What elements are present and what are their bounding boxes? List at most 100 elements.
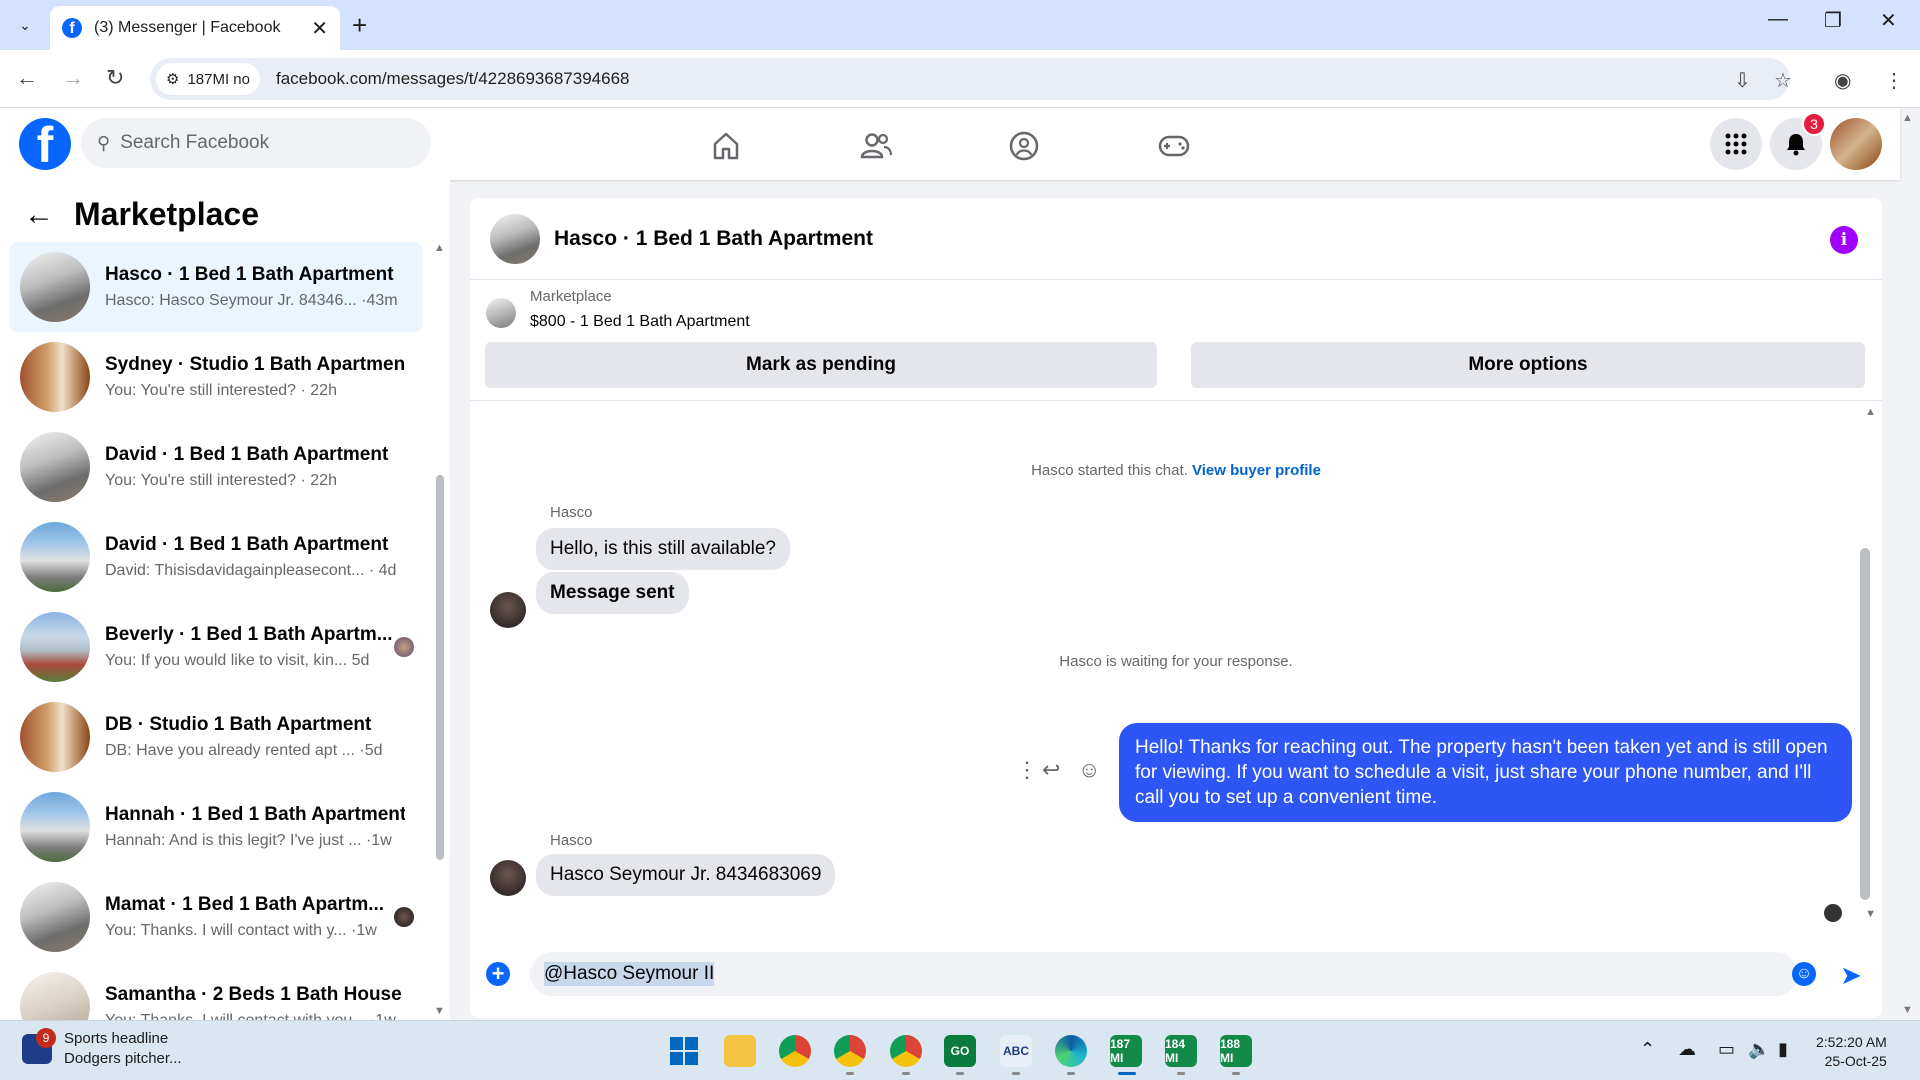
conversation-item[interactable]: Sydney · Studio 1 Bath Apartment You: You… — [10, 332, 422, 422]
conversation-preview: You: You're still interested? · 22h — [105, 382, 337, 399]
seen-avatar — [394, 637, 414, 657]
facebook-logo[interactable]: f — [19, 118, 71, 170]
network-icon[interactable]: ▭ — [1718, 1039, 1735, 1060]
show-hidden-icons-chevron-icon[interactable]: ⌃ — [1640, 1039, 1655, 1060]
close-window-icon[interactable]: ✕ — [1880, 8, 1897, 33]
minimize-window-icon[interactable]: — — [1768, 8, 1788, 31]
chrome-profile-icon[interactable] — [834, 1035, 866, 1067]
conversation-name: Beverly · 1 Bed 1 Bath Apartm... — [105, 624, 393, 645]
more-options-button[interactable]: More options — [1191, 342, 1865, 388]
close-tab-icon[interactable]: ✕ — [311, 16, 328, 41]
edge-icon[interactable] — [1055, 1035, 1087, 1067]
install-app-icon[interactable]: ⇩ — [1734, 68, 1751, 93]
chat-scroll-down-arrow-icon[interactable]: ▼ — [1865, 908, 1876, 920]
incoming-message[interactable]: Message sent — [536, 572, 689, 614]
news-widget[interactable]: 9 Sports headline Dodgers pitcher... — [22, 1028, 182, 1069]
conversation-item[interactable]: David · 1 Bed 1 Bath Apartment You: You'r… — [10, 422, 422, 512]
account-avatar[interactable] — [1830, 118, 1882, 170]
incoming-message[interactable]: Hello, is this still available? — [536, 528, 790, 570]
app-icon[interactable]: GO — [944, 1035, 976, 1067]
chat-panel: Hasco · 1 Bed 1 Bath Apartment i Marketp… — [470, 198, 1882, 1018]
info-icon[interactable]: i — [1830, 226, 1858, 254]
reload-icon[interactable]: ↻ — [106, 65, 124, 91]
sender-avatar[interactable] — [490, 592, 526, 628]
more-actions-icon[interactable]: ⋮ — [1016, 757, 1038, 783]
chrome-icon[interactable] — [779, 1035, 811, 1067]
app-188-icon[interactable]: 188 MI — [1220, 1035, 1252, 1067]
chrome-profile-icon[interactable] — [890, 1035, 922, 1067]
profile-icon[interactable]: ◉ — [1834, 68, 1851, 93]
browser-tab-messenger[interactable]: f (3) Messenger | Facebook ✕ — [50, 6, 340, 50]
cloud-offline-icon[interactable]: ☁ — [1678, 1039, 1696, 1060]
chat-title[interactable]: Hasco · 1 Bed 1 Bath Apartment — [554, 227, 873, 251]
view-buyer-profile-link[interactable]: View buyer profile — [1192, 462, 1321, 479]
groups-icon[interactable] — [1004, 126, 1044, 166]
page-scroll-down-arrow-icon[interactable]: ▼ — [1902, 1004, 1913, 1016]
page-scroll-up-arrow-icon[interactable]: ▲ — [1902, 112, 1913, 124]
back-arrow-icon[interactable]: ← — [24, 198, 54, 232]
chat-avatar[interactable] — [490, 213, 540, 264]
chrome-menu-icon[interactable]: ⋮ — [1884, 68, 1904, 93]
conversation-item[interactable]: Hasco · 1 Bed 1 Bath Apartment Hasco: Has… — [10, 242, 422, 332]
url-text[interactable]: facebook.com/messages/t/4228693687394668 — [276, 69, 629, 89]
volume-icon[interactable]: 🔈 — [1748, 1039, 1770, 1060]
sender-name: Hasco — [550, 832, 593, 849]
listing-detail: $800 - 1 Bed 1 Bath Apartment — [530, 313, 750, 330]
notification-count-badge: 3 — [1802, 112, 1826, 136]
running-indicator — [1177, 1072, 1185, 1075]
tab-search-chevron-icon[interactable]: ⌄ — [10, 10, 40, 40]
conversation-name: Hasco · 1 Bed 1 Bath Apartment — [105, 264, 394, 285]
outgoing-message[interactable]: Hello! Thanks for reaching out. The prop… — [1119, 723, 1852, 822]
scroll-down-arrow-icon[interactable]: ▼ — [434, 1005, 445, 1017]
chat-scroll-up-arrow-icon[interactable]: ▲ — [1865, 406, 1876, 418]
mark-as-pending-button[interactable]: Mark as pending — [485, 342, 1157, 388]
conversation-item[interactable]: Beverly · 1 Bed 1 Bath Apartm... You: If … — [10, 602, 422, 692]
sidebar-scrollbar-thumb[interactable] — [436, 475, 444, 860]
battery-icon[interactable]: ▮ — [1778, 1039, 1788, 1060]
running-indicator — [846, 1072, 854, 1075]
system-clock[interactable]: 2:52:20 AM 25-Oct-25 — [1816, 1033, 1887, 1071]
conversation-name: Sydney · Studio 1 Bath Apartment — [105, 354, 405, 375]
chat-scrollbar-thumb[interactable] — [1860, 548, 1870, 900]
file-explorer-icon[interactable] — [724, 1035, 756, 1067]
home-icon[interactable] — [706, 126, 746, 166]
emoji-icon[interactable]: ☺ — [1792, 962, 1816, 986]
conversation-item[interactable]: Mamat · 1 Bed 1 Bath Apartm... You: Thank… — [10, 872, 422, 962]
address-bar[interactable]: ⚙ 187MI no facebook.com/messages/t/42286… — [150, 58, 1790, 100]
conversation-item[interactable]: Hannah · 1 Bed 1 Bath Apartment Hannah: A… — [10, 782, 422, 872]
react-emoji-icon[interactable]: ☺ — [1078, 757, 1100, 783]
message-input-value: @Hasco Seymour II — [544, 962, 715, 986]
gaming-icon[interactable] — [1154, 126, 1194, 166]
listing-thumbnail — [20, 522, 90, 592]
marketplace-sidebar: ← Marketplace Hasco · 1 Bed 1 Bath Apart… — [0, 180, 450, 1020]
conversation-item[interactable]: David · 1 Bed 1 Bath Apartment David: Thi… — [10, 512, 422, 602]
forward-arrow-icon[interactable]: → — [62, 65, 84, 91]
new-tab-button[interactable]: + — [352, 10, 367, 40]
reply-icon[interactable]: ↩ — [1042, 757, 1060, 783]
seen-avatar — [394, 907, 414, 927]
listing-thumbnail — [20, 882, 90, 952]
sender-avatar[interactable] — [490, 860, 526, 896]
conversation-preview: You: You're still interested? · 22h — [105, 472, 337, 489]
scroll-up-arrow-icon[interactable]: ▲ — [434, 242, 445, 254]
search-input[interactable]: ⚲ Search Facebook — [81, 118, 431, 168]
app-icon[interactable]: ABC — [1000, 1035, 1032, 1067]
restore-window-icon[interactable]: ❐ — [1824, 8, 1842, 33]
send-icon[interactable]: ➤ — [1840, 960, 1862, 991]
message-input[interactable]: @Hasco Seymour II — [530, 952, 1798, 996]
app-184-icon[interactable]: 184 MI — [1165, 1035, 1197, 1067]
bookmark-star-icon[interactable]: ☆ — [1774, 68, 1792, 93]
listing-thumbnail — [20, 342, 90, 412]
back-arrow-icon[interactable]: ← — [16, 65, 38, 91]
clock-date: 25-Oct-25 — [1824, 1053, 1887, 1069]
sidebar-title: Marketplace — [74, 196, 259, 232]
site-info-chip[interactable]: ⚙ 187MI no — [156, 63, 260, 95]
friends-icon[interactable] — [856, 126, 896, 166]
menu-grid-icon[interactable] — [1710, 118, 1762, 170]
app-187-icon[interactable]: 187 MI — [1110, 1035, 1142, 1067]
conversation-item[interactable]: DB · Studio 1 Bath Apartment DB: Have you… — [10, 692, 422, 782]
add-attachment-icon[interactable]: + — [486, 962, 510, 986]
incoming-message[interactable]: Hasco Seymour Jr. 8434683069 — [536, 854, 836, 896]
windows-start-icon[interactable] — [668, 1035, 700, 1067]
conversation-item[interactable]: Samantha · 2 Beds 1 Bath House You: Thank… — [10, 962, 422, 1020]
